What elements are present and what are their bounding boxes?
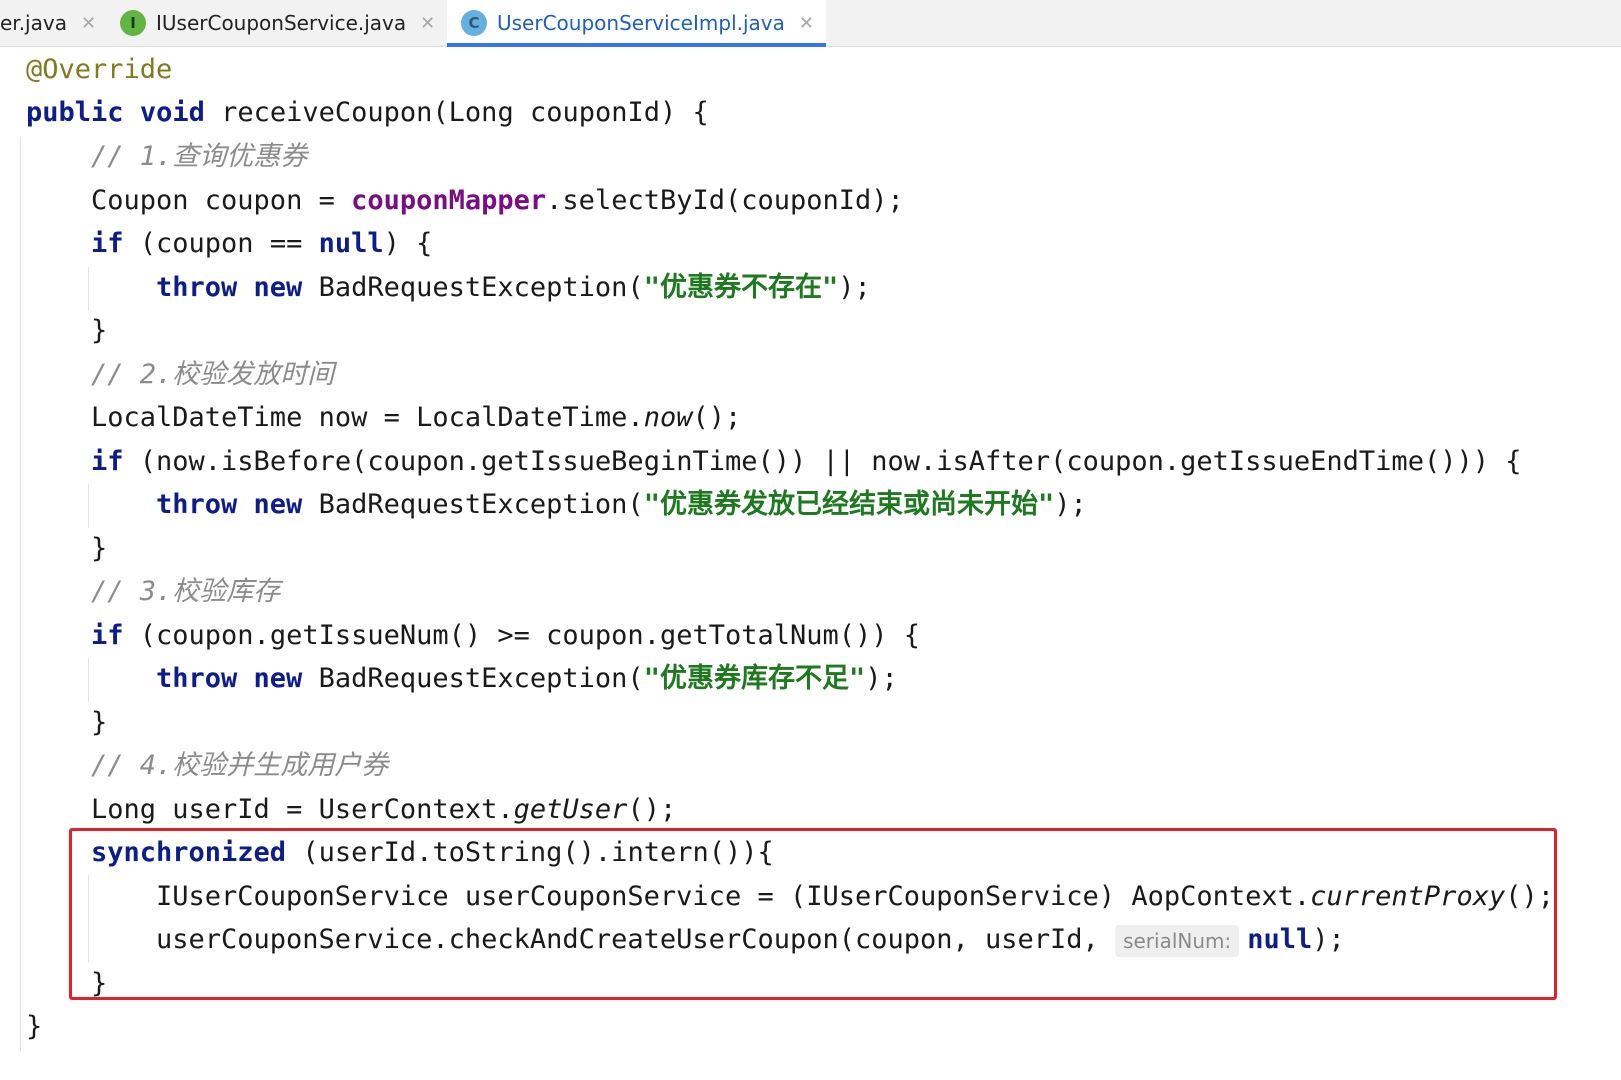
tab-iusercouponservice[interactable]: I IUserCouponService.java ✕	[120, 0, 435, 46]
class-icon: C	[461, 10, 487, 36]
code-line: }	[91, 533, 108, 564]
code-line: throw new BadRequestException("优惠券发放已经结束…	[156, 489, 1087, 520]
close-icon[interactable]: ✕	[420, 13, 435, 34]
code-line: }	[91, 315, 108, 346]
code-line: if (coupon == null) {	[91, 228, 433, 259]
code-line: if (coupon.getIssueNum() >= coupon.getTo…	[91, 620, 921, 651]
tab-label: IUserCouponService.java	[156, 11, 407, 35]
code-line: LocalDateTime now = LocalDateTime.now();	[91, 402, 742, 433]
close-icon[interactable]: ✕	[799, 13, 814, 34]
code-line: // 3.校验库存	[91, 576, 281, 607]
code-line: // 1.查询优惠券	[91, 141, 308, 172]
code-line: // 4.校验并生成用户券	[91, 750, 389, 781]
tab-er-java[interactable]: er.java ✕	[0, 0, 96, 46]
code-line: @Override	[26, 54, 173, 85]
editor-tab-bar: er.java ✕ I IUserCouponService.java ✕ C …	[0, 0, 1621, 47]
indent-guide	[88, 267, 89, 311]
code-line: public void receiveCoupon(Long couponId)…	[26, 97, 709, 128]
code-line: }	[26, 1011, 43, 1042]
indent-guide	[88, 484, 89, 528]
close-icon[interactable]: ✕	[81, 13, 96, 34]
code-line: if (now.isBefore(coupon.getIssueBeginTim…	[91, 446, 1522, 477]
tab-usercouponserviceimpl[interactable]: C UserCouponServiceImpl.java ✕	[447, 0, 826, 47]
highlight-box	[69, 828, 1557, 1000]
indent-guide	[20, 137, 21, 1051]
code-line: Coupon coupon = couponMapper.selectById(…	[91, 185, 904, 216]
code-line: // 2.校验发放时间	[91, 359, 335, 390]
tab-label: er.java	[0, 11, 67, 35]
code-line: throw new BadRequestException("优惠券不存在");	[156, 272, 871, 303]
code-line: Long userId = UserContext.getUser();	[91, 794, 677, 825]
indent-guide	[88, 658, 89, 702]
code-line: throw new BadRequestException("优惠券库存不足")…	[156, 663, 898, 694]
code-line: }	[91, 707, 108, 738]
interface-icon: I	[120, 10, 146, 36]
tab-label: UserCouponServiceImpl.java	[497, 11, 785, 35]
